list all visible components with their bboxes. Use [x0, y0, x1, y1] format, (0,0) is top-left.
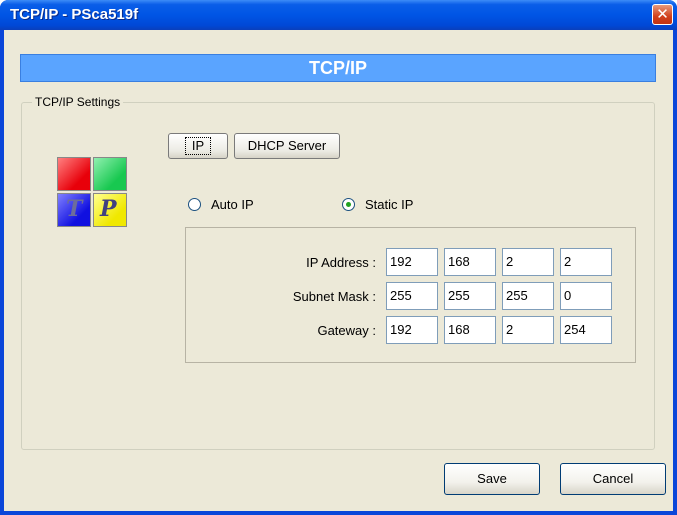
group-legend: TCP/IP Settings [32, 95, 124, 109]
gateway-octet-4[interactable]: 254 [560, 316, 612, 344]
title-bar[interactable]: TCP/IP - PSca519f ✕ [0, 0, 677, 30]
ip-address-octet-4[interactable]: 2 [560, 248, 612, 276]
cancel-button[interactable]: Cancel [560, 463, 666, 495]
page-title-banner: TCP/IP [20, 54, 656, 82]
radio-auto-ip-label[interactable]: Auto IP [211, 197, 254, 212]
gateway-octet-3[interactable]: 2 [502, 316, 554, 344]
subnet-mask-octet-2[interactable]: 255 [444, 282, 496, 310]
logo-square-red [57, 157, 91, 191]
subnet-mask-octet-1[interactable]: 255 [386, 282, 438, 310]
window-title: TCP/IP - PSca519f [10, 6, 139, 23]
radio-selected-dot [346, 202, 351, 207]
gateway-octet-2[interactable]: 168 [444, 316, 496, 344]
subnet-mask-octet-3[interactable]: 255 [502, 282, 554, 310]
subnet-mask-octet-4[interactable]: 0 [560, 282, 612, 310]
subnet-mask-label: Subnet Mask : [292, 289, 376, 304]
radio-auto-ip-control[interactable] [188, 198, 201, 211]
tab-dhcp-server[interactable]: DHCP Server [234, 133, 340, 159]
gateway-label: Gateway : [317, 323, 376, 338]
ip-address-octet-2[interactable]: 168 [444, 248, 496, 276]
logo-square-blue: T [57, 193, 91, 227]
logo-letter-p: P [100, 196, 117, 222]
ip-address-octet-3[interactable]: 2 [502, 248, 554, 276]
tcpip-logo-icon: T P [57, 157, 129, 229]
save-button[interactable]: Save [444, 463, 540, 495]
ip-address-octet-1[interactable]: 192 [386, 248, 438, 276]
gateway-octet-1[interactable]: 192 [386, 316, 438, 344]
tab-dhcp-server-label: DHCP Server [247, 138, 327, 153]
ip-address-label: IP Address : [306, 255, 376, 270]
logo-letter-t: T [66, 196, 83, 222]
tab-ip-label: IP [184, 137, 212, 155]
radio-static-ip-label[interactable]: Static IP [365, 197, 413, 212]
radio-static-ip-control[interactable] [342, 198, 355, 211]
close-icon: ✕ [656, 5, 669, 23]
close-button[interactable]: ✕ [652, 4, 673, 25]
tab-ip[interactable]: IP [168, 133, 228, 159]
logo-square-green [93, 157, 127, 191]
logo-square-yellow: P [93, 193, 127, 227]
